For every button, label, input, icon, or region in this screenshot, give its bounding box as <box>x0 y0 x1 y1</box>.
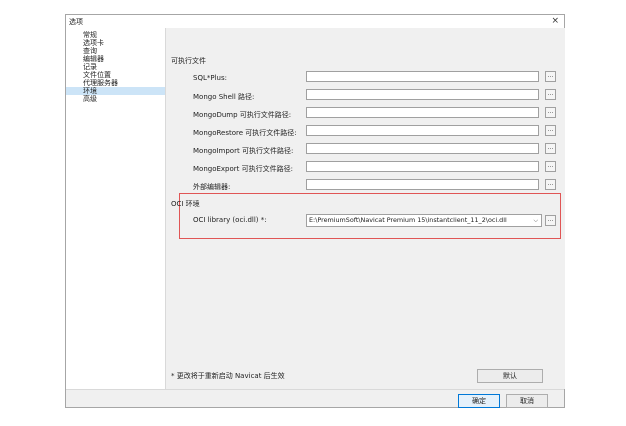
dialog-title: 选项 <box>69 18 83 26</box>
mongoimport-path-input[interactable] <box>306 143 539 154</box>
mongo-shell-path-input[interactable] <box>306 89 539 100</box>
oci-library-label: OCI library (oci.dll) *: <box>193 216 267 224</box>
oci-library-value: E:\PremiumSoft\Navicat Premium 15\instan… <box>309 216 507 224</box>
sidebar-item-editor[interactable]: 编辑器 <box>66 55 165 63</box>
oci-library-select[interactable]: E:\PremiumSoft\Navicat Premium 15\instan… <box>306 214 542 227</box>
external-editor-browse-button[interactable]: ... <box>545 179 556 190</box>
mongoexport-label: MongoExport 可执行文件路径: <box>193 165 293 173</box>
mongoexport-path-input[interactable] <box>306 161 539 172</box>
oci-browse-button[interactable]: ... <box>545 215 556 226</box>
external-editor-path-input[interactable] <box>306 179 539 190</box>
mongoexport-browse-button[interactable]: ... <box>545 161 556 172</box>
sidebar-item-general[interactable]: 常规 <box>66 31 165 39</box>
sidebar-item-advanced[interactable]: 高级 <box>66 95 165 103</box>
mongo-shell-browse-button[interactable]: ... <box>545 89 556 100</box>
sidebar-item-query[interactable]: 查询 <box>66 47 165 55</box>
sidebar-item-file-location[interactable]: 文件位置 <box>66 71 165 79</box>
sidebar-item-tabs[interactable]: 选项卡 <box>66 39 165 47</box>
dialog-footer: 确定 取消 <box>66 389 564 408</box>
external-editor-label: 外部编辑器: <box>193 183 231 191</box>
oci-section-label: OCI 环境 <box>171 200 200 208</box>
close-icon[interactable]: × <box>551 16 559 26</box>
sidebar-item-records[interactable]: 记录 <box>66 63 165 71</box>
mongorestore-label: MongoRestore 可执行文件路径: <box>193 129 297 137</box>
mongodump-label: MongoDump 可执行文件路径: <box>193 111 292 119</box>
chevron-down-icon: ⌵ <box>533 217 538 224</box>
cancel-button[interactable]: 取消 <box>506 394 548 408</box>
mongorestore-browse-button[interactable]: ... <box>545 125 556 136</box>
mongodump-browse-button[interactable]: ... <box>545 107 556 118</box>
mongoimport-label: MongoImport 可执行文件路径: <box>193 147 294 155</box>
ok-button[interactable]: 确定 <box>458 394 500 408</box>
restart-note: * 更改将于重新启动 Navicat 后生效 <box>171 372 285 380</box>
title-bar: 选项 × <box>66 15 564 29</box>
sidebar-item-proxy[interactable]: 代理服务器 <box>66 79 165 87</box>
options-dialog: 选项 × 常规 选项卡 查询 编辑器 记录 文件位置 代理服务器 环境 高级 可… <box>65 14 565 408</box>
mongorestore-path-input[interactable] <box>306 125 539 136</box>
environment-panel: 可执行文件 SQL*Plus: ... Mongo Shell 路径: ... … <box>166 28 565 389</box>
sidebar-item-environment[interactable]: 环境 <box>66 87 165 95</box>
sqlplus-label: SQL*Plus: <box>193 74 227 82</box>
mongoimport-browse-button[interactable]: ... <box>545 143 556 154</box>
default-button[interactable]: 默认 <box>477 369 543 383</box>
mongo-shell-label: Mongo Shell 路径: <box>193 93 255 101</box>
sqlplus-path-input[interactable] <box>306 71 539 82</box>
executables-section-label: 可执行文件 <box>171 57 206 65</box>
mongodump-path-input[interactable] <box>306 107 539 118</box>
options-sidebar: 常规 选项卡 查询 编辑器 记录 文件位置 代理服务器 环境 高级 <box>66 28 166 389</box>
sqlplus-browse-button[interactable]: ... <box>545 71 556 82</box>
